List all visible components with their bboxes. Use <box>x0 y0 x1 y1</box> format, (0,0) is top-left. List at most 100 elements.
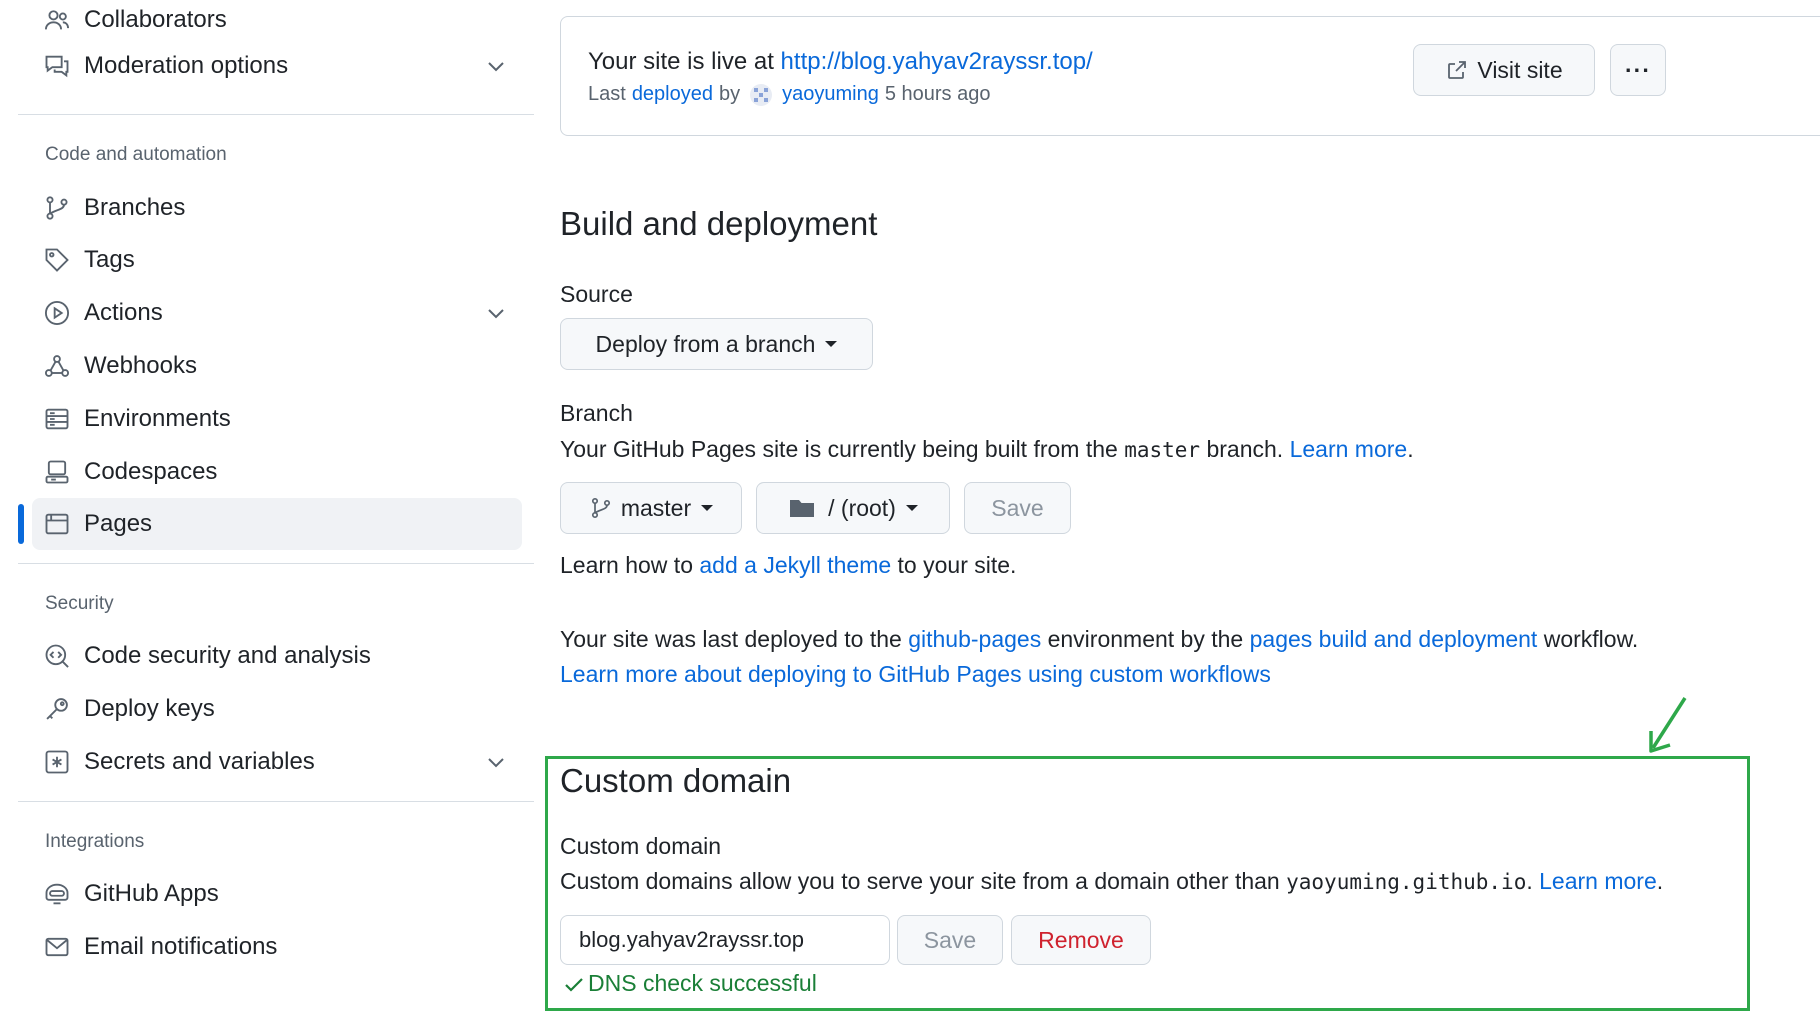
kebab-horizontal-icon: ··· <box>1625 56 1651 83</box>
sidebar-item-label: Pages <box>84 510 153 537</box>
visit-site-button[interactable]: Visit site <box>1413 44 1595 96</box>
sidebar-item-secrets-variables[interactable]: Secrets and variables <box>32 736 522 788</box>
jekyll-theme-text: Learn how to add a Jekyll theme to your … <box>560 552 1016 579</box>
last-deployed-info: Last deployed by yaoyuming 5 hours ago <box>588 83 990 106</box>
comment-discussion-icon <box>42 51 72 81</box>
deployed-link[interactable]: deployed <box>632 83 713 106</box>
sidebar-item-label: Actions <box>84 299 163 326</box>
sidebar-item-label: Moderation options <box>84 52 289 79</box>
sidebar-item-actions[interactable]: Actions <box>32 287 522 339</box>
deployed-text: environment by the <box>1041 626 1250 652</box>
annotation-highlight-box <box>545 756 1750 1011</box>
triangle-down-icon <box>701 505 714 511</box>
link-external-icon <box>1448 61 1467 79</box>
user-link[interactable]: yaoyuming <box>782 83 879 106</box>
source-select[interactable]: Deploy from a branch <box>560 318 873 370</box>
sidebar-item-branches[interactable]: Branches <box>32 182 522 234</box>
settings-sidebar: Collaborators Moderation options Code an… <box>0 0 540 1021</box>
deployed-text: workflow. <box>1537 626 1639 652</box>
settings-page: Collaborators Moderation options Code an… <box>0 0 1820 1021</box>
folder-select-value: / (root) <box>828 494 896 521</box>
sidebar-item-deploy-keys[interactable]: Deploy keys <box>32 683 522 735</box>
sidebar-item-label: Tags <box>84 246 135 273</box>
chevron-down-icon[interactable] <box>484 54 508 78</box>
sidebar-item-webhooks[interactable]: Webhooks <box>32 340 522 392</box>
sidebar-item-label: Environments <box>84 405 231 432</box>
hubot-icon <box>42 879 72 909</box>
sidebar-item-label: Webhooks <box>84 352 197 379</box>
sidebar-divider <box>18 563 534 564</box>
site-url-link[interactable]: http://blog.yahyav2rayssr.top/ <box>781 48 1093 75</box>
triangle-down-icon <box>905 505 918 511</box>
branch-desc-text: Your GitHub Pages site is currently bein… <box>560 436 1125 462</box>
site-live-prefix: Your site is live at <box>588 48 781 75</box>
last-label: Last <box>588 83 626 105</box>
people-icon <box>42 5 72 35</box>
sidebar-item-environments[interactable]: Environments <box>32 393 522 445</box>
browser-icon <box>42 509 72 539</box>
key-icon <box>42 694 72 724</box>
section-heading-integrations: Integrations <box>45 831 145 852</box>
tag-icon <box>42 245 72 275</box>
site-live-title: Your site is live at http://blog.yahyav2… <box>588 48 1093 76</box>
annotation-arrow-icon <box>1649 697 1687 753</box>
codespaces-icon <box>42 457 72 487</box>
sidebar-item-codespaces[interactable]: Codespaces <box>32 446 522 498</box>
sidebar-item-tags[interactable]: Tags <box>32 234 522 286</box>
by-label: by <box>719 83 741 105</box>
chevron-down-icon[interactable] <box>484 750 508 774</box>
folder-select[interactable]: / (root) <box>756 482 950 534</box>
branch-label: Branch <box>560 400 633 426</box>
branch-save-button[interactable]: Save <box>964 482 1071 534</box>
sidebar-item-label: Email notifications <box>84 933 278 960</box>
chevron-down-icon[interactable] <box>484 301 508 325</box>
deploy-time: 5 hours ago <box>884 83 991 105</box>
webhook-icon <box>42 351 72 381</box>
custom-workflows-link[interactable]: Learn more about deploying to GitHub Pag… <box>560 661 1271 687</box>
codescan-icon <box>42 641 72 671</box>
site-live-banner: Your site is live at http://blog.yahyav2… <box>560 16 1820 136</box>
sidebar-item-pages[interactable]: Pages <box>32 498 522 550</box>
branch-desc-text: branch. <box>1200 436 1290 462</box>
sidebar-divider <box>18 114 534 115</box>
sidebar-item-label: Code security and analysis <box>84 642 371 669</box>
server-icon <box>42 404 72 434</box>
sidebar-item-label: Collaborators <box>84 6 227 33</box>
branch-select-value: master <box>620 494 692 521</box>
last-deployed-text: Your site was last deployed to the githu… <box>560 626 1638 653</box>
key-asterisk-icon <box>42 747 72 777</box>
source-label: Source <box>560 281 633 307</box>
workflow-link[interactable]: pages build and deployment <box>1250 626 1538 652</box>
sidebar-item-github-apps[interactable]: GitHub Apps <box>32 868 522 920</box>
section-heading-code-automation: Code and automation <box>45 144 227 165</box>
folder-icon <box>790 500 815 517</box>
sidebar-item-email-notifications[interactable]: Email notifications <box>32 921 522 973</box>
play-icon <box>42 298 72 328</box>
jekyll-text: Learn how to <box>560 552 700 578</box>
sidebar-item-label: Deploy keys <box>84 695 215 722</box>
avatar[interactable] <box>750 83 773 106</box>
deployed-text: Your site was last deployed to the <box>560 626 909 652</box>
github-pages-env-link[interactable]: github-pages <box>908 626 1041 652</box>
sidebar-item-code-security[interactable]: Code security and analysis <box>32 630 522 682</box>
section-heading-security: Security <box>45 593 114 614</box>
git-branch-icon <box>42 193 72 223</box>
git-branch-icon <box>591 497 610 519</box>
jekyll-theme-link[interactable]: add a Jekyll theme <box>699 552 891 578</box>
learn-more-link[interactable]: Learn more <box>1290 436 1408 462</box>
sidebar-item-label: Branches <box>84 194 186 221</box>
sidebar-divider <box>18 801 534 802</box>
build-deployment-heading: Build and deployment <box>560 205 878 242</box>
branch-description: Your GitHub Pages site is currently bein… <box>560 436 1414 463</box>
active-indicator <box>18 504 24 544</box>
sidebar-item-moderation-options[interactable]: Moderation options <box>32 40 522 92</box>
branch-select[interactable]: master <box>560 482 742 534</box>
sidebar-item-label: Codespaces <box>84 458 218 485</box>
more-options-button[interactable]: ··· <box>1610 44 1666 96</box>
branch-code: master <box>1124 438 1201 462</box>
source-select-value: Deploy from a branch <box>595 330 816 357</box>
custom-workflows-line: Learn more about deploying to GitHub Pag… <box>560 661 1271 688</box>
sidebar-item-label: GitHub Apps <box>84 880 219 907</box>
jekyll-text: to your site. <box>891 552 1017 578</box>
period-text: . <box>1407 436 1414 462</box>
